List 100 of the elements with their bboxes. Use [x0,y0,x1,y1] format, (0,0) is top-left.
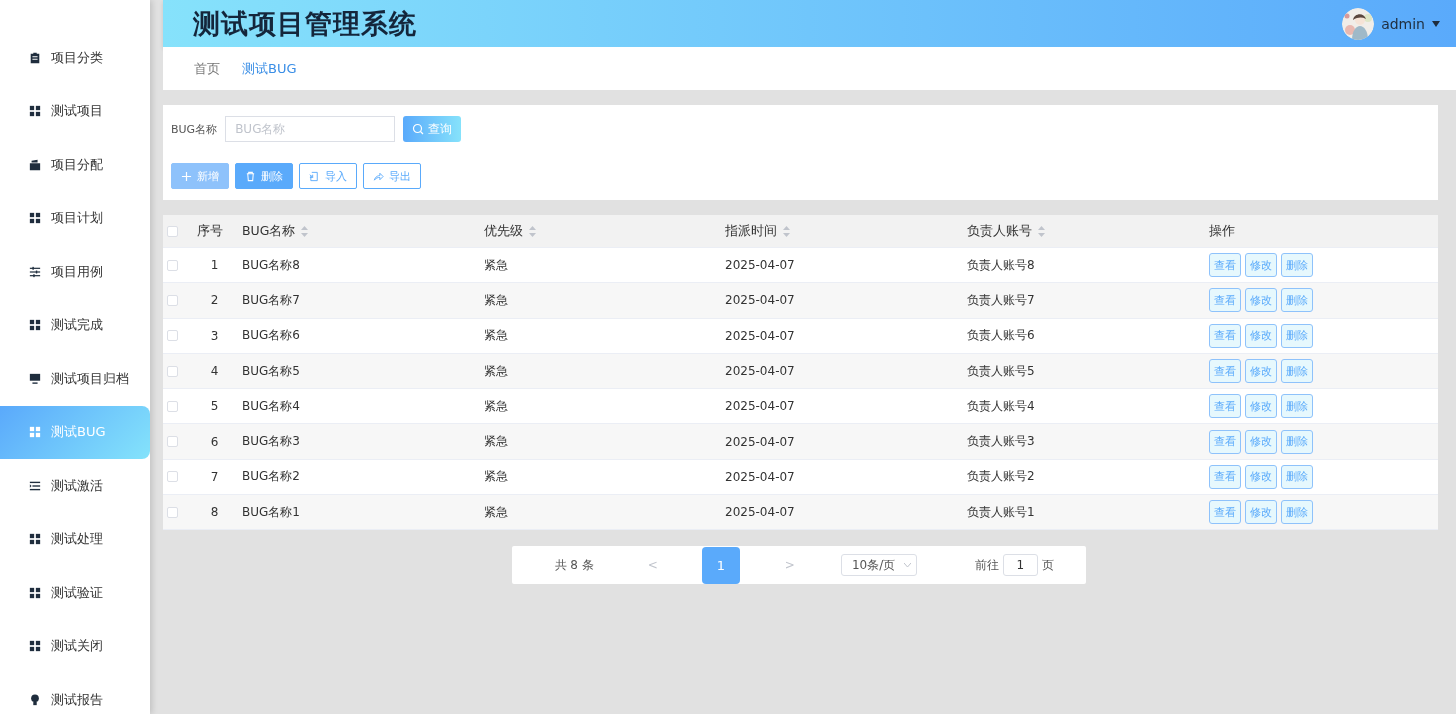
checkbox[interactable] [167,400,178,412]
table-cell: 负责人账号1 [967,504,1035,519]
share-icon [373,170,384,182]
table-cell: 紧急 [484,257,508,272]
goto-label: 前往 [974,556,999,574]
table-cell: 紧急 [484,363,508,378]
checkbox[interactable] [167,436,178,448]
table-cell: 负责人账号4 [967,398,1035,413]
search-button[interactable]: 查询 [403,116,462,142]
column-header: BUG名称 [242,222,296,240]
sort-icon[interactable] [301,225,309,237]
delete-button[interactable]: 删除 [1281,394,1313,419]
view-button[interactable]: 查看 [1209,429,1241,454]
table-cell: 2025-04-07 [725,293,795,308]
edit-button[interactable]: 修改 [1245,500,1277,525]
edit-button[interactable]: 修改 [1245,394,1277,419]
import-button[interactable]: 导入 [299,163,357,189]
view-button[interactable]: 查看 [1209,464,1241,489]
next-page-button[interactable]: > [780,558,799,573]
chevron-down-icon [903,562,911,568]
table-cell: BUG名称8 [242,257,300,272]
view-button[interactable]: 查看 [1209,394,1241,419]
import-icon [309,170,320,182]
user-name[interactable]: admin [1381,15,1425,32]
table-cell: 2025-04-07 [725,364,795,379]
delete-button[interactable]: 删除 [1281,464,1313,489]
sidebar-item[interactable]: 项目用例 [0,245,150,299]
checkbox[interactable] [167,365,178,377]
sidebar-item[interactable]: 测试项目归档 [0,352,150,406]
caret-icon[interactable] [1432,20,1440,27]
search-field[interactable]: BUG名称 [225,116,396,142]
table-cell: 5 [210,399,219,414]
breadcrumb-link[interactable]: 测试BUG [242,59,297,78]
breadcrumb-link[interactable]: 首页 [194,59,220,78]
sidebar-item[interactable]: 项目分配 [0,138,150,192]
view-button[interactable]: 查看 [1209,253,1241,278]
edit-button[interactable]: 修改 [1245,288,1277,313]
grid-icon [29,212,41,225]
sort-icon[interactable] [783,225,790,237]
checkbox[interactable] [167,259,178,271]
edit-button[interactable]: 修改 [1245,429,1277,454]
view-button[interactable]: 查看 [1209,500,1241,525]
delete-button[interactable]: 删除 [235,163,293,189]
table-cell: 紧急 [484,504,508,519]
checkbox[interactable] [167,506,178,518]
table-cell: 紧急 [484,469,508,484]
page-size-select[interactable]: 10条/页 [840,554,917,577]
sort-icon[interactable] [1038,225,1045,237]
edit-button[interactable]: 修改 [1245,359,1277,384]
view-button[interactable]: 查看 [1209,323,1241,348]
checkbox[interactable] [167,225,178,237]
prev-page-button[interactable]: < [643,558,662,573]
sidebar-item[interactable]: 项目计划 [0,191,150,245]
page-input[interactable]: 1 [1002,554,1038,577]
sidebar-item[interactable]: 测试项目 [0,84,150,138]
table-cell: 6 [210,434,219,449]
delete-button[interactable]: 删除 [1281,253,1313,278]
sidebar-item[interactable]: 测试完成 [0,298,150,352]
checkbox[interactable] [167,294,178,306]
trash-icon [245,170,256,182]
sidebar-item[interactable]: 测试处理 [0,512,150,566]
delete-button[interactable]: 删除 [1281,500,1313,525]
page-suffix: 页 [1041,556,1054,574]
sidebar-item[interactable]: 测试关闭 [0,619,150,673]
delete-button[interactable]: 删除 [1281,359,1313,384]
table-cell: BUG名称6 [242,328,300,343]
grid-icon [29,533,41,546]
delete-button[interactable]: 删除 [1281,288,1313,313]
field-label: BUG名称 [171,121,218,137]
sidebar-item[interactable]: 测试验证 [0,566,150,620]
sidebar-item[interactable]: 测试报告 [0,673,150,714]
view-button[interactable]: 查看 [1209,288,1241,313]
checkbox[interactable] [167,471,178,483]
delete-button[interactable]: 删除 [1281,323,1313,348]
column-header: 操作 [1209,222,1235,240]
edit-button[interactable]: 修改 [1245,323,1277,348]
edit-button[interactable]: 修改 [1245,464,1277,489]
plus-icon [181,170,192,182]
grid-icon [29,426,41,439]
page-button[interactable]: 1 [701,546,740,584]
table-cell: 2025-04-07 [725,505,795,520]
sort-icon[interactable] [529,225,536,237]
table-cell: 紧急 [484,292,508,307]
table-cell: 负责人账号3 [967,434,1035,449]
sliders-icon [29,265,41,278]
checkbox[interactable] [167,330,178,342]
sidebar-item[interactable]: 测试激活 [0,459,150,513]
table-cell: BUG名称5 [242,363,300,378]
total-count: 共 8 条 [554,556,594,574]
grid-icon [29,586,41,599]
export-button[interactable]: 导出 [363,163,421,189]
view-button[interactable]: 查看 [1209,359,1241,384]
table-cell: 7 [210,469,219,484]
search-icon [412,123,425,135]
sidebar-item[interactable]: 测试BUG [0,405,150,459]
delete-button[interactable]: 删除 [1281,429,1313,454]
edit-button[interactable]: 修改 [1245,253,1277,278]
sidebar-item[interactable]: 项目分类 [0,31,150,85]
add-button[interactable]: 新增 [171,163,229,189]
table-cell: 1 [210,258,219,273]
